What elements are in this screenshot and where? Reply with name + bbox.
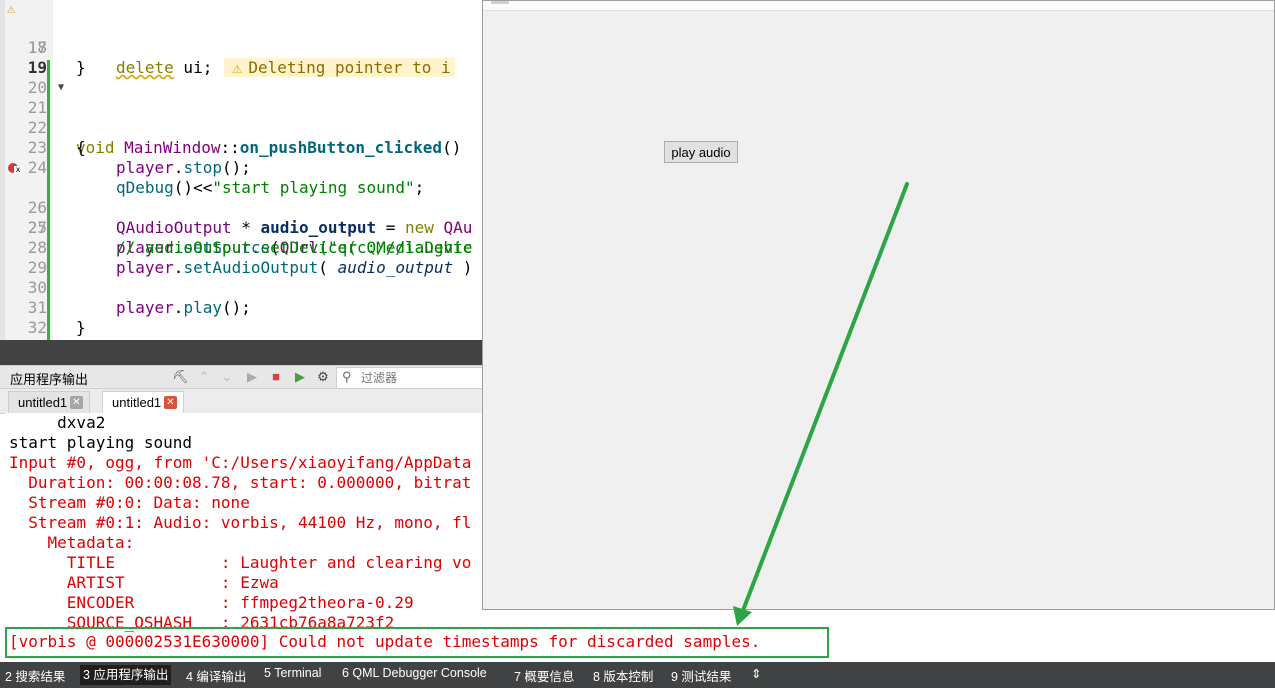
- output-tab-active[interactable]: untitled1 ✕: [102, 391, 184, 413]
- pane-button-terminal[interactable]: 5 Terminal: [264, 666, 321, 680]
- stop-icon[interactable]: ■: [268, 369, 284, 385]
- tab-label: untitled1: [18, 395, 68, 410]
- output-line: ENCODER : ffmpeg2theora-0.29: [9, 593, 414, 612]
- output-line: Metadata:: [9, 533, 135, 552]
- build-icon[interactable]: ⛏: [172, 369, 189, 385]
- output-pane-title: 应用程序输出: [10, 372, 89, 387]
- output-line: Input #0, ogg, from 'C:/Users/xiaoyifang…: [9, 453, 472, 472]
- output-panes-bar: 2 搜索结果 3 应用程序输出 4 编译输出 5 Terminal 6 QML …: [0, 662, 1275, 688]
- filter-field[interactable]: ⚲: [336, 367, 488, 389]
- attach-icon[interactable]: ▶: [292, 369, 308, 385]
- pane-button-application-output[interactable]: 3 应用程序输出: [80, 665, 172, 685]
- pane-button-qml-debugger[interactable]: 6 QML Debugger Console: [342, 666, 487, 680]
- pane-button-general-messages[interactable]: 7 概要信息: [514, 666, 574, 685]
- annotation-highlight-box: [5, 627, 829, 658]
- breakpoint-disabled-icon: x: [14, 165, 22, 174]
- output-line: Duration: 00:00:08.78, start: 0.000000, …: [9, 473, 472, 492]
- output-line: ARTIST : Ezwa: [9, 573, 279, 592]
- tab-label: untitled1: [112, 395, 162, 410]
- run-icon[interactable]: ▶: [244, 369, 260, 385]
- filter-input[interactable]: [361, 369, 481, 387]
- tab-close-icon[interactable]: ✕: [164, 396, 177, 409]
- settings-icon[interactable]: ⚙: [315, 369, 331, 385]
- fold-arrow-icon[interactable]: ▼: [58, 78, 64, 98]
- running-app-window[interactable]: play audio: [482, 0, 1275, 610]
- app-window-titlebar[interactable]: [483, 1, 1274, 11]
- pane-button-test-results[interactable]: 9 测试结果: [671, 666, 731, 685]
- pane-button-version-control[interactable]: 8 版本控制: [593, 666, 653, 685]
- tab-close-icon[interactable]: ✕: [70, 396, 83, 409]
- output-line: dxva2: [9, 413, 106, 432]
- output-line: Stream #0:0: Data: none: [9, 493, 250, 512]
- output-line: Stream #0:1: Audio: vorbis, 44100 Hz, mo…: [9, 513, 472, 532]
- pane-button-search-results[interactable]: 2 搜索结果: [5, 666, 65, 685]
- warning-icon[interactable]: ⚠: [7, 0, 15, 19]
- search-icon: ⚲: [342, 369, 352, 384]
- app-window-grip: [491, 1, 509, 4]
- play-audio-button[interactable]: play audio: [664, 141, 738, 163]
- down-arrow-icon[interactable]: ⌄: [219, 369, 235, 385]
- output-line: start playing sound: [9, 433, 193, 452]
- up-arrow-icon[interactable]: ⌃: [196, 369, 212, 385]
- pane-button-compile-output[interactable]: 4 编译输出: [186, 666, 246, 685]
- output-tab[interactable]: untitled1 ✕: [8, 391, 90, 413]
- output-line: TITLE : Laughter and clearing vo: [9, 553, 472, 572]
- more-panes-icon[interactable]: ⇕: [751, 666, 761, 681]
